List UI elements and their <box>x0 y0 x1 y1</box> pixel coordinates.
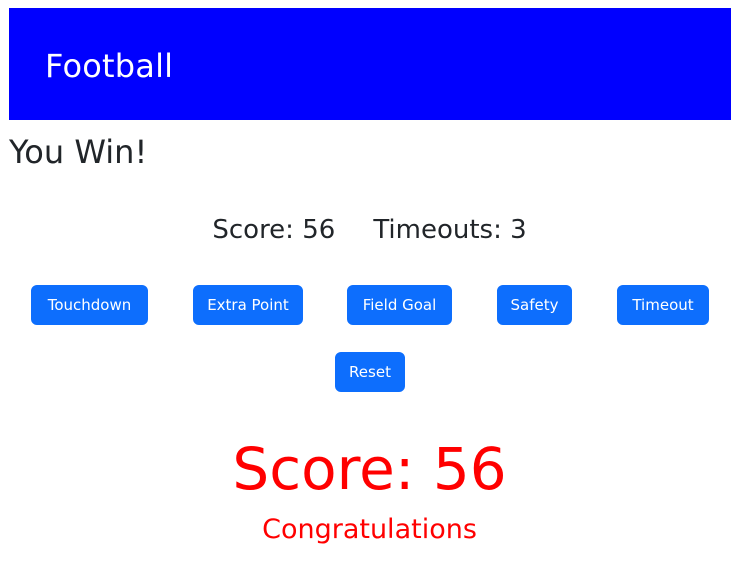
final-score-value: 56 <box>432 435 507 503</box>
app-header: Football <box>9 8 731 120</box>
touchdown-button[interactable]: Touchdown <box>31 285 148 325</box>
timeouts-value: 3 <box>510 215 527 245</box>
final-score: Score: 56 <box>0 430 739 508</box>
page: Football You Win! Score: 56 Timeouts: 3 T… <box>0 0 739 572</box>
field-goal-button[interactable]: Field Goal <box>347 285 452 325</box>
reset-button[interactable]: Reset <box>335 352 405 392</box>
score-value: 56 <box>302 215 336 245</box>
timeouts-label: Timeouts: <box>373 215 502 245</box>
final-score-label: Score: <box>232 435 415 503</box>
result-heading: You Win! <box>9 133 148 171</box>
congratulations-message: Congratulations <box>262 514 477 545</box>
app-title: Football <box>45 47 174 85</box>
extra-point-button[interactable]: Extra Point <box>193 285 303 325</box>
safety-button[interactable]: Safety <box>497 285 572 325</box>
score-label: Score: <box>212 215 294 245</box>
timeout-button[interactable]: Timeout <box>617 285 709 325</box>
status-row: Score: 56 Timeouts: 3 <box>0 210 739 250</box>
